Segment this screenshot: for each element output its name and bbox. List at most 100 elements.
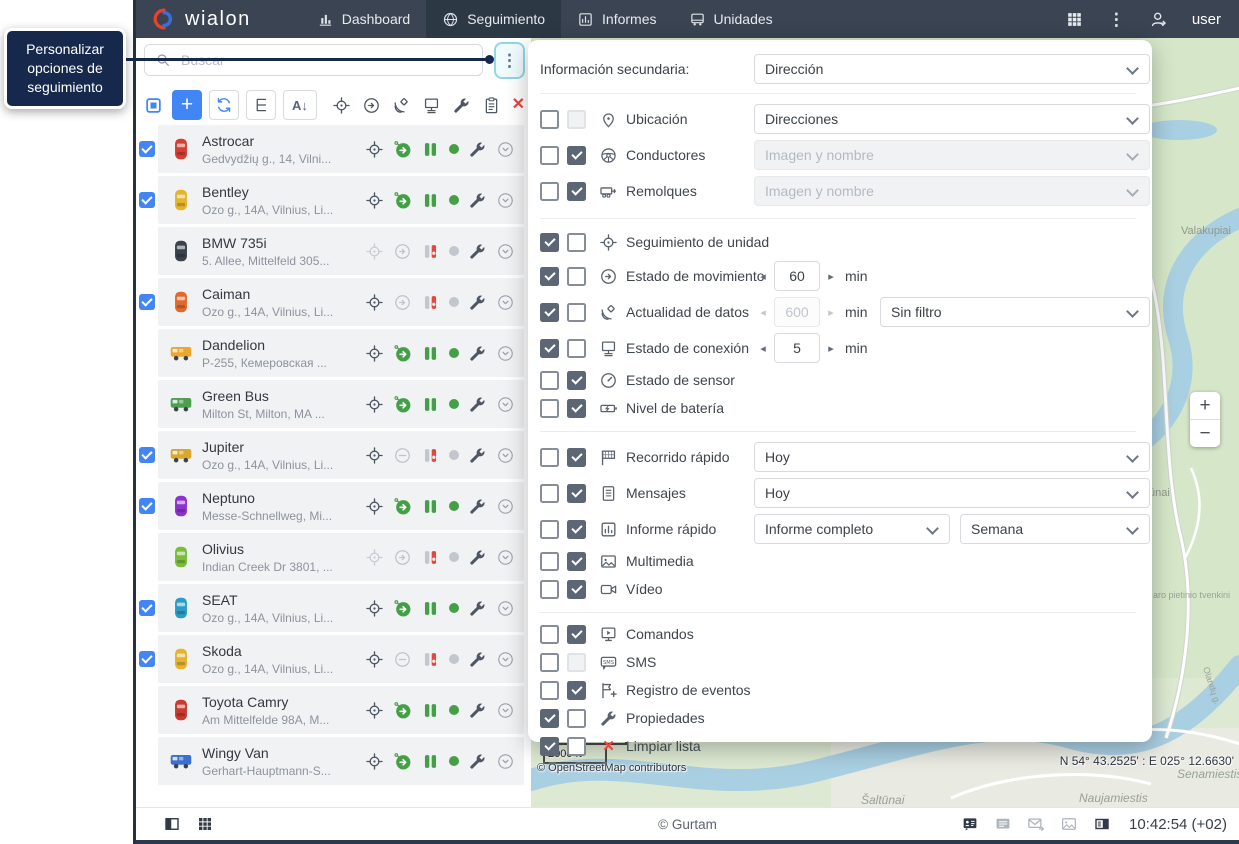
operator-chat-icon[interactable]	[961, 815, 979, 833]
unit-expand-icon[interactable]	[496, 752, 515, 771]
unit-properties-icon[interactable]	[468, 242, 487, 261]
locate-icon[interactable]	[365, 548, 384, 567]
checkbox-col1[interactable]	[540, 520, 559, 539]
unit-row-toyota-camry[interactable]: Toyota CamryAm Mittelfelde 98A, M...	[158, 686, 524, 734]
user-icon[interactable]	[1149, 10, 1168, 29]
unit-properties-icon[interactable]	[468, 548, 487, 567]
connection-column-icon[interactable]	[422, 96, 441, 115]
locate-icon[interactable]	[365, 752, 384, 771]
informe-interval-select[interactable]: Semana	[960, 514, 1150, 544]
unit-expand-icon[interactable]	[496, 446, 515, 465]
tab-informes[interactable]: Informes	[561, 0, 672, 38]
checkbox-col1[interactable]	[540, 580, 559, 599]
apps-grid-icon[interactable]	[1065, 10, 1084, 29]
locate-icon[interactable]	[365, 242, 384, 261]
unit-properties-icon[interactable]	[468, 140, 487, 159]
checkbox-col2[interactable]	[567, 737, 586, 756]
add-unit-button[interactable]: +	[172, 90, 202, 120]
checkbox-col1[interactable]	[540, 267, 559, 286]
checkbox-col2[interactable]	[567, 182, 586, 201]
unit-properties-icon[interactable]	[468, 191, 487, 210]
locate-icon[interactable]	[365, 650, 384, 669]
unit-expand-icon[interactable]	[496, 701, 515, 720]
stepper-decrease[interactable]: ◂	[756, 270, 770, 283]
checkbox-col2[interactable]	[567, 552, 586, 571]
unit-expand-icon[interactable]	[496, 395, 515, 414]
checkbox-col1[interactable]	[540, 625, 559, 644]
checkbox-col2[interactable]	[567, 709, 586, 728]
mensajes-select[interactable]: Hoy	[754, 478, 1150, 508]
locate-icon[interactable]	[365, 344, 384, 363]
movimiento-minutes-input[interactable]	[774, 261, 820, 291]
unit-expand-icon[interactable]	[496, 191, 515, 210]
unit-row-astrocar[interactable]: AstrocarGedvydžių g., 14, Vilni...	[158, 125, 524, 173]
stepper-increase[interactable]: ▸	[824, 270, 838, 283]
unit-row-caiman[interactable]: CaimanOzo g., 14A, Vilnius, Li...	[158, 278, 524, 326]
checkbox-col2[interactable]	[567, 625, 586, 644]
unit-expand-icon[interactable]	[496, 344, 515, 363]
tab-dashboard[interactable]: Dashboard	[301, 0, 427, 38]
unit-row-bentley[interactable]: BentleyOzo g., 14A, Vilnius, Li...	[158, 176, 524, 224]
motion-column-icon[interactable]	[362, 96, 381, 115]
checkbox-col2[interactable]	[567, 110, 586, 129]
unit-expand-icon[interactable]	[496, 293, 515, 312]
unit-properties-icon[interactable]	[468, 752, 487, 771]
unit-expand-icon[interactable]	[496, 548, 515, 567]
checkbox-col2[interactable]	[567, 484, 586, 503]
unit-row-jupiter[interactable]: JupiterOzo g., 14A, Vilnius, Li...	[158, 431, 524, 479]
apps-grid-icon[interactable]	[196, 815, 214, 833]
unit-checkbox[interactable]	[139, 192, 155, 208]
unit-properties-icon[interactable]	[468, 446, 487, 465]
info-panel-icon[interactable]	[1093, 815, 1111, 833]
checkbox-col2[interactable]	[567, 267, 586, 286]
checkbox-col2[interactable]	[567, 448, 586, 467]
unit-row-green-bus[interactable]: Green BusMilton St, Milton, MA ...	[158, 380, 524, 428]
checkbox-col1[interactable]	[540, 233, 559, 252]
ubicacion-select[interactable]: Direcciones	[754, 104, 1150, 134]
unit-expand-icon[interactable]	[496, 140, 515, 159]
checkbox-col1[interactable]	[540, 737, 559, 756]
unit-row-olivius[interactable]: OliviusIndian Creek Dr 3801, ...	[158, 533, 524, 581]
checkbox-col1[interactable]	[540, 448, 559, 467]
checkbox-col2[interactable]	[567, 681, 586, 700]
checkbox-col1[interactable]	[540, 399, 559, 418]
checkbox-col1[interactable]	[540, 110, 559, 129]
unit-row-neptuno[interactable]: NeptunoMesse-Schnellweg, Mi...	[158, 482, 524, 530]
tree-view-button[interactable]	[246, 90, 276, 120]
unit-expand-icon[interactable]	[496, 599, 515, 618]
checkbox-col1[interactable]	[540, 709, 559, 728]
checkbox-col1[interactable]	[540, 552, 559, 571]
properties-column-icon[interactable]	[452, 96, 471, 115]
locate-icon[interactable]	[365, 395, 384, 414]
unit-row-dandelion[interactable]: DandelionР-255, Кемеровская ...	[158, 329, 524, 377]
unit-checkbox[interactable]	[139, 294, 155, 310]
secondary-info-select[interactable]: Dirección	[754, 54, 1150, 84]
actualidad-filter-select[interactable]: Sin filtro	[880, 297, 1150, 327]
checkbox-col2[interactable]	[567, 371, 586, 390]
checkbox-col2[interactable]	[567, 146, 586, 165]
wialon-logo[interactable]: wialon	[136, 7, 261, 31]
checkbox-col2[interactable]	[567, 233, 586, 252]
map-attribution[interactable]: © OpenStreetMap contributors	[537, 762, 686, 774]
checkbox-col1[interactable]	[540, 653, 559, 672]
unit-row-wingy-van[interactable]: Wingy VanGerhart-Hauptmann-S...	[158, 737, 524, 785]
unit-properties-icon[interactable]	[468, 497, 487, 516]
locate-icon[interactable]	[365, 446, 384, 465]
unit-checkbox[interactable]	[139, 651, 155, 667]
unit-checkbox[interactable]	[139, 141, 155, 157]
checkbox-col2[interactable]	[567, 580, 586, 599]
unit-properties-icon[interactable]	[468, 293, 487, 312]
sort-az-button[interactable]: A↓	[283, 90, 317, 120]
unit-checkbox[interactable]	[139, 447, 155, 463]
refresh-button[interactable]	[209, 90, 239, 120]
unit-expand-icon[interactable]	[496, 242, 515, 261]
unit-checkbox[interactable]	[139, 498, 155, 514]
checkbox-col2[interactable]	[567, 399, 586, 418]
media-icon[interactable]	[1060, 815, 1078, 833]
conexion-minutes-input[interactable]	[774, 333, 820, 363]
user-name[interactable]: user	[1192, 11, 1221, 28]
locate-icon[interactable]	[365, 701, 384, 720]
unit-row-skoda[interactable]: SkodaOzo g., 14A, Vilnius, Li...	[158, 635, 524, 683]
clipboard-column-icon[interactable]	[482, 96, 501, 115]
unit-expand-icon[interactable]	[496, 650, 515, 669]
